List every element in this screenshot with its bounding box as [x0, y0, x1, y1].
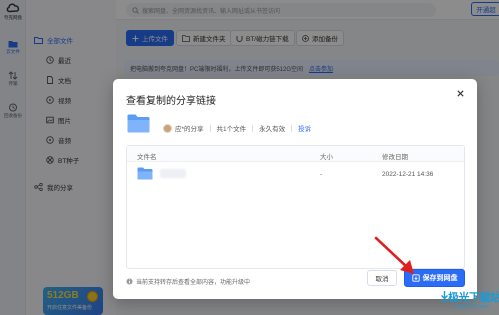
watermark: 极光下载站 www.xz7.com [440, 288, 499, 315]
dialog-note-text: 当前支持转存后查看全部内容，功能升级中 [136, 280, 251, 286]
share-link-dialog: 查看复制的分享链接 应*的分享 共1个文件 永久有效 投诉 文件名 大小 修改日… [113, 79, 477, 299]
share-owner: 应*的分享 [175, 126, 204, 133]
divider [291, 124, 293, 132]
close-icon [457, 90, 464, 97]
file-list-header: 文件名 大小 修改日期 [127, 146, 464, 162]
avatar [163, 123, 172, 133]
close-button[interactable] [455, 88, 466, 99]
report-link[interactable]: 投诉 [298, 123, 311, 133]
column-header-name[interactable]: 文件名 [137, 151, 157, 161]
column-header-size[interactable]: 大小 [320, 151, 333, 161]
divider [209, 124, 211, 132]
watermark-title: 极光下载站 [448, 292, 499, 304]
column-header-date[interactable]: 修改日期 [382, 151, 408, 161]
table-row[interactable]: - 2022-12-21 14:36 [127, 163, 464, 185]
red-arrow-annotation [374, 236, 414, 274]
folder-icon [127, 114, 150, 133]
file-count: 共1个文件 [216, 126, 247, 133]
share-meta: 应*的分享 共1个文件 永久有效 投诉 [163, 123, 311, 133]
file-name-blurred [160, 169, 186, 178]
file-size: - [320, 171, 323, 178]
file-date: 2022-12-21 14:36 [382, 171, 434, 178]
share-validity: 永久有效 [259, 126, 286, 133]
divider [252, 124, 254, 132]
folder-icon [137, 167, 153, 180]
dialog-note: 当前支持转存后查看全部内容，功能升级中 [126, 277, 250, 286]
save-to-drive-label: 保存到网盘 [422, 275, 458, 282]
watermark-url: www.xz7.com [455, 304, 489, 310]
dialog-title: 查看复制的分享链接 [126, 96, 216, 107]
info-icon [126, 278, 133, 285]
